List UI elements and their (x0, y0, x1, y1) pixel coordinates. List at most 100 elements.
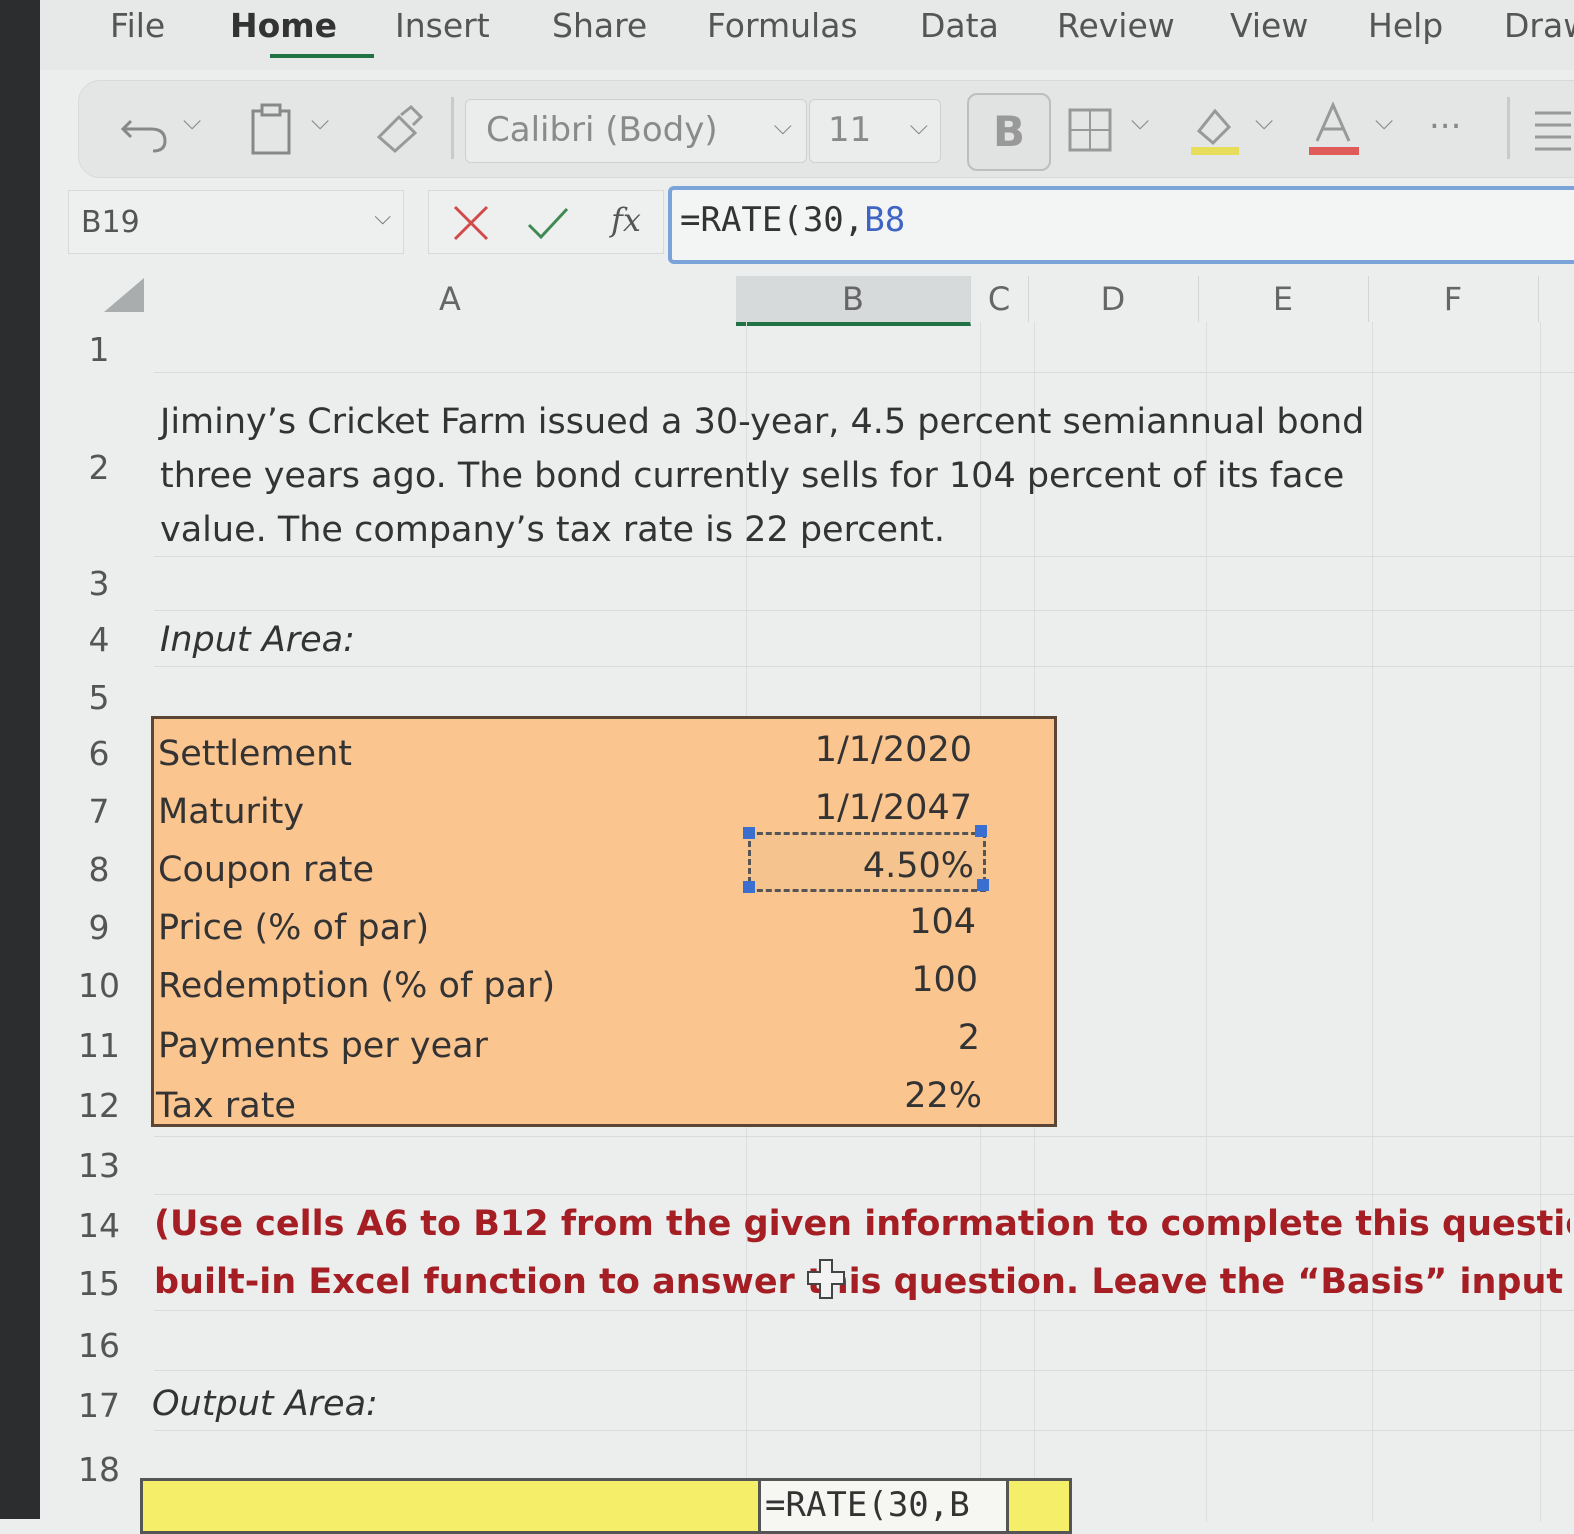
formula-cell-reference: B8 (864, 200, 906, 240)
input-label-coupon-rate[interactable]: Coupon rate (158, 850, 374, 890)
grid-line (1372, 322, 1373, 1522)
input-value-settlement[interactable]: 1/1/2020 (760, 730, 972, 770)
output-extra-cell[interactable] (1006, 1478, 1072, 1534)
bold-button[interactable]: B (967, 93, 1051, 171)
grid-line (1206, 322, 1207, 1522)
input-label-tax-rate[interactable]: Tax rate (156, 1086, 296, 1126)
row-header[interactable]: 10 (44, 966, 154, 1005)
home-toolbar: ⌵ ⌵ Calibri (Body) ⌵ 11 ⌵ B ⌵ ⌵ ⌵ ... (78, 80, 1574, 178)
row-header[interactable]: 14 (44, 1206, 154, 1245)
tab-formulas[interactable]: Formulas (707, 6, 858, 45)
undo-icon[interactable] (117, 103, 177, 153)
row-header[interactable]: 16 (44, 1326, 154, 1365)
selection-handle[interactable] (977, 879, 989, 891)
input-label-settlement[interactable]: Settlement (158, 734, 352, 774)
row-header[interactable]: 6 (44, 734, 154, 773)
output-area-heading: Output Area: (152, 1384, 378, 1424)
row-header[interactable]: 15 (44, 1264, 154, 1303)
grid-line (154, 610, 1574, 611)
grid-line (154, 1430, 1574, 1431)
grid-line (154, 1194, 1574, 1195)
output-cell-b19[interactable]: =RATE(30,B (758, 1478, 1012, 1534)
tab-file[interactable]: File (110, 6, 165, 45)
device-bezel (0, 0, 40, 1519)
column-header-e[interactable]: E (1198, 276, 1369, 322)
font-size-value: 11 (828, 110, 872, 150)
cancel-icon[interactable] (451, 203, 491, 243)
row-header[interactable]: 8 (44, 850, 154, 889)
input-value-price[interactable]: 104 (760, 902, 976, 942)
row-header[interactable]: 1 (44, 330, 154, 369)
fill-color-icon[interactable] (1187, 101, 1243, 157)
input-value-maturity[interactable]: 1/1/2047 (760, 788, 972, 828)
active-tab-indicator (270, 54, 374, 58)
chevron-down-icon[interactable]: ⌵ (1255, 107, 1273, 135)
column-header-d[interactable]: D (1028, 276, 1199, 322)
row-header[interactable]: 2 (44, 448, 154, 487)
problem-text-line-3: value. The company’s tax rate is 22 perc… (160, 510, 946, 550)
format-painter-icon[interactable] (371, 103, 427, 153)
input-value-redemption[interactable]: 100 (760, 960, 978, 1000)
tab-view[interactable]: View (1230, 6, 1308, 45)
chevron-down-icon: ⌵ (909, 112, 928, 140)
input-label-maturity[interactable]: Maturity (158, 792, 304, 832)
problem-text-line-2: three years ago. The bond currently sell… (160, 456, 1345, 496)
column-header-b[interactable]: B (736, 276, 971, 326)
tab-help[interactable]: Help (1368, 6, 1443, 45)
enter-check-icon[interactable] (525, 203, 571, 243)
row-header[interactable]: 5 (44, 678, 154, 717)
row-header[interactable]: 4 (44, 620, 154, 659)
output-label-cell[interactable] (140, 1478, 764, 1534)
row-header[interactable]: 13 (44, 1146, 154, 1185)
clipboard-paste-icon[interactable] (247, 101, 297, 157)
row-header[interactable]: 17 (44, 1386, 154, 1425)
instruction-line-2: built-in Excel function to answer this q… (154, 1262, 1570, 1302)
row-header[interactable]: 3 (44, 564, 154, 603)
align-icon[interactable] (1531, 107, 1571, 153)
input-value-tax-rate[interactable]: 22% (760, 1076, 982, 1116)
input-value-payments-per-year[interactable]: 2 (760, 1018, 980, 1058)
column-header-a[interactable]: A (154, 276, 747, 322)
instruction-line-1: (Use cells A6 to B12 from the given info… (154, 1204, 1570, 1244)
chevron-down-icon[interactable]: ⌵ (183, 107, 201, 135)
row-header[interactable]: 18 (44, 1450, 154, 1489)
cell-cursor-icon (807, 1259, 845, 1299)
more-options-icon[interactable]: ... (1429, 97, 1461, 137)
tab-review[interactable]: Review (1057, 6, 1175, 45)
grid-line (154, 556, 1574, 557)
font-color-icon[interactable] (1307, 99, 1363, 159)
tab-home[interactable]: Home (230, 6, 337, 45)
chevron-down-icon[interactable]: ⌵ (1131, 107, 1149, 135)
name-box[interactable]: B19 ⌵ (68, 190, 404, 254)
selection-handle[interactable] (743, 827, 755, 839)
selection-handle[interactable] (743, 881, 755, 893)
tab-data[interactable]: Data (920, 6, 999, 45)
row-header[interactable]: 7 (44, 792, 154, 831)
chevron-down-icon: ⌵ (773, 112, 792, 140)
tab-insert[interactable]: Insert (395, 6, 490, 45)
row-header[interactable]: 11 (44, 1026, 154, 1065)
chevron-down-icon[interactable]: ⌵ (311, 107, 329, 135)
row-header[interactable]: 9 (44, 908, 154, 947)
select-all-icon[interactable] (104, 278, 144, 312)
font-name-select[interactable]: Calibri (Body) ⌵ (465, 99, 807, 163)
column-header-f[interactable]: F (1368, 276, 1539, 322)
input-value-coupon-rate[interactable]: 4.50% (760, 846, 974, 886)
input-area-heading: Input Area: (160, 620, 355, 660)
insert-function-icon[interactable]: fx (611, 201, 641, 239)
tab-share[interactable]: Share (552, 6, 647, 45)
borders-icon[interactable] (1067, 107, 1115, 153)
grid-line (154, 666, 1574, 667)
row-header[interactable]: 12 (44, 1086, 154, 1125)
grid-line (1540, 322, 1541, 1522)
selection-handle[interactable] (975, 825, 987, 837)
input-label-price[interactable]: Price (% of par) (158, 908, 429, 948)
tab-draw[interactable]: Draw (1504, 6, 1574, 45)
column-header-c[interactable]: C (970, 276, 1029, 322)
chevron-down-icon[interactable]: ⌵ (1375, 107, 1393, 135)
input-label-payments-per-year[interactable]: Payments per year (158, 1026, 488, 1066)
font-size-select[interactable]: 11 ⌵ (809, 99, 941, 163)
formula-input[interactable]: =RATE(30,B8 (668, 186, 1574, 264)
input-label-redemption[interactable]: Redemption (% of par) (158, 966, 555, 1006)
problem-text-line-1: Jiminy’s Cricket Farm issued a 30-year, … (160, 402, 1365, 442)
